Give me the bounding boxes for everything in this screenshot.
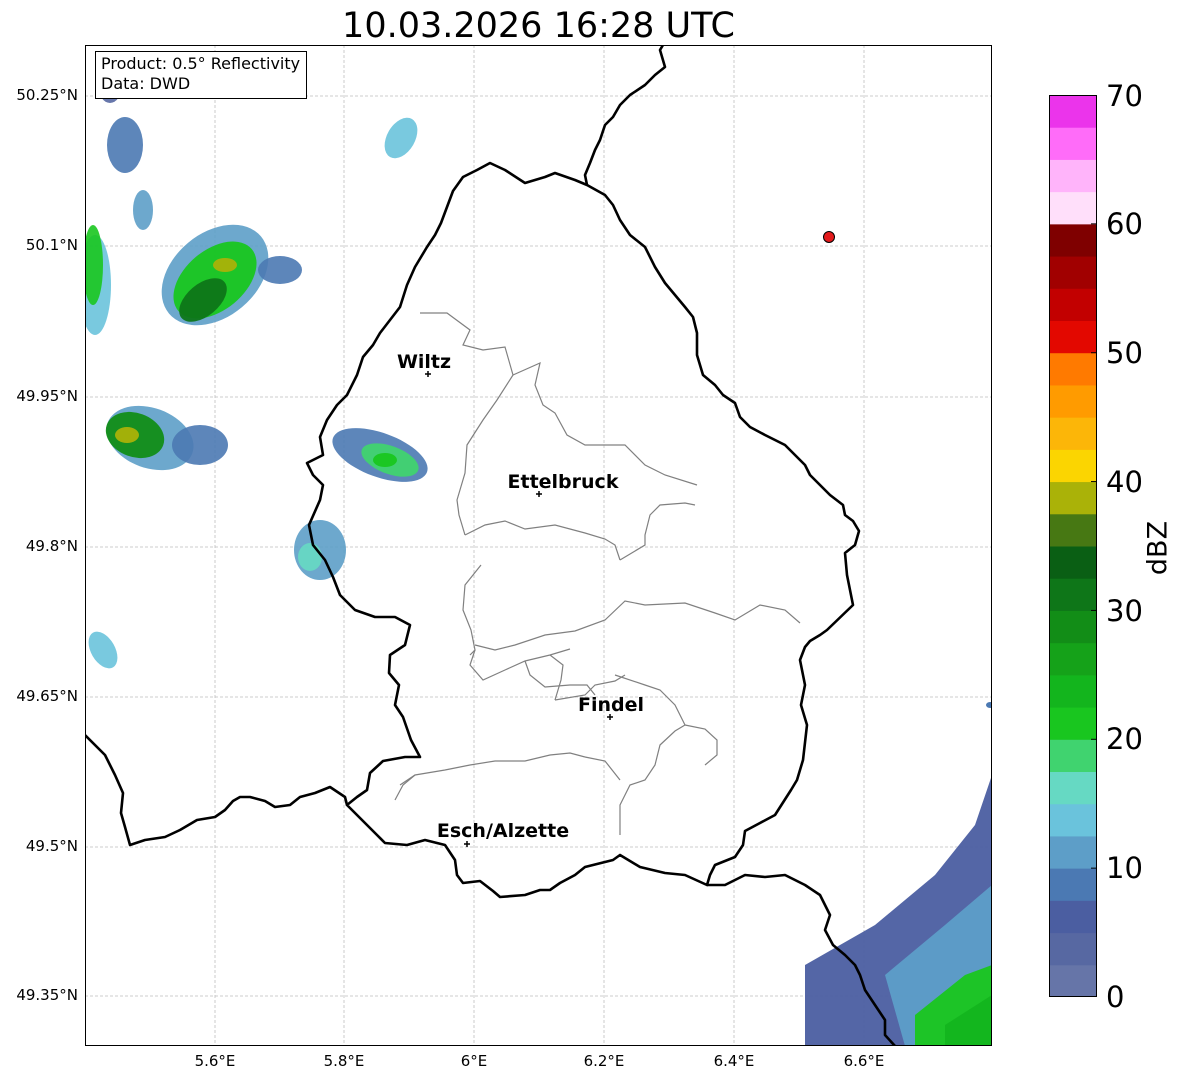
lon-tick-label: 6°E	[460, 1052, 488, 1070]
lat-tick-label: 49.5°N	[25, 837, 78, 855]
city-label-wiltz: Wiltz	[397, 351, 451, 373]
colorbar-segment	[1049, 868, 1097, 901]
lon-tick-label: 6.6°E	[843, 1052, 885, 1070]
lat-tick-label: 50.1°N	[25, 236, 78, 254]
colorbar-segment	[1049, 352, 1097, 386]
colorbar-segment	[1049, 288, 1097, 321]
colorbar-segment	[1049, 803, 1097, 837]
lat-tick-label: 50.25°N	[16, 86, 78, 104]
colorbar-segment	[1049, 384, 1097, 418]
colorbar-tick-label: 30	[1106, 594, 1143, 628]
colorbar-segment	[1049, 159, 1097, 193]
colorbar-segment	[1049, 707, 1097, 740]
colorbar-segment	[1049, 256, 1097, 289]
lat-tick-label: 49.65°N	[16, 687, 78, 705]
colorbar-segment	[1049, 127, 1097, 160]
colorbar-title: dBZ	[1142, 520, 1174, 576]
colorbar-segment	[1049, 964, 1097, 997]
colorbar-segment	[1049, 739, 1097, 772]
colorbar-segment	[1049, 95, 1097, 128]
radar-site-marker[interactable]	[823, 231, 835, 243]
product-info-box: Product: 0.5° Reflectivity Data: DWD	[95, 51, 308, 99]
colorbar-segment	[1049, 900, 1097, 934]
colorbar-segment	[1049, 546, 1097, 579]
lat-tick-label: 49.95°N	[16, 387, 78, 405]
lat-tick-label: 49.35°N	[16, 986, 78, 1004]
colorbar-segment	[1049, 578, 1097, 611]
colorbar-segment	[1049, 223, 1097, 257]
lon-tick-label: 6.4°E	[713, 1052, 755, 1070]
colorbar-segment	[1049, 417, 1097, 450]
colorbar-tick-label: 60	[1106, 207, 1143, 241]
city-label-findel: Findel	[578, 694, 644, 716]
colorbar	[1049, 95, 1097, 997]
colorbar-tick-label: 40	[1106, 465, 1143, 499]
colorbar-tick-label: 10	[1106, 851, 1143, 885]
colorbar-segment	[1049, 771, 1097, 805]
colorbar-segment	[1049, 642, 1097, 676]
colorbar-segment	[1049, 449, 1097, 483]
lon-tick-label: 6.2°E	[583, 1052, 625, 1070]
data-source-label: Data: DWD	[101, 74, 191, 93]
radar-map[interactable]: Wiltz Ettelbruck Findel Esch/Alzette	[85, 45, 992, 1046]
lon-tick-label: 5.6°E	[194, 1052, 236, 1070]
map-title: 10.03.2026 16:28 UTC	[342, 6, 735, 46]
colorbar-tick-label: 0	[1106, 980, 1125, 1014]
colorbar-segment	[1049, 191, 1097, 225]
city-label-esch-alzette: Esch/Alzette	[437, 820, 569, 842]
product-label: Product: 0.5° Reflectivity	[101, 54, 301, 73]
colorbar-segment	[1049, 481, 1097, 515]
colorbar-tick-label: 50	[1106, 336, 1143, 370]
colorbar-segment	[1049, 932, 1097, 966]
colorbar-segment	[1049, 674, 1097, 708]
lat-tick-label: 49.8°N	[25, 537, 78, 555]
lon-tick-label: 5.8°E	[323, 1052, 365, 1070]
colorbar-segment	[1049, 835, 1097, 869]
colorbar-segment	[1049, 320, 1097, 354]
colorbar-tick-label: 20	[1106, 722, 1143, 756]
city-label-ettelbruck: Ettelbruck	[508, 471, 619, 493]
colorbar-tick-label: 70	[1106, 79, 1143, 113]
colorbar-segment	[1049, 610, 1097, 644]
colorbar-segment	[1049, 513, 1097, 547]
